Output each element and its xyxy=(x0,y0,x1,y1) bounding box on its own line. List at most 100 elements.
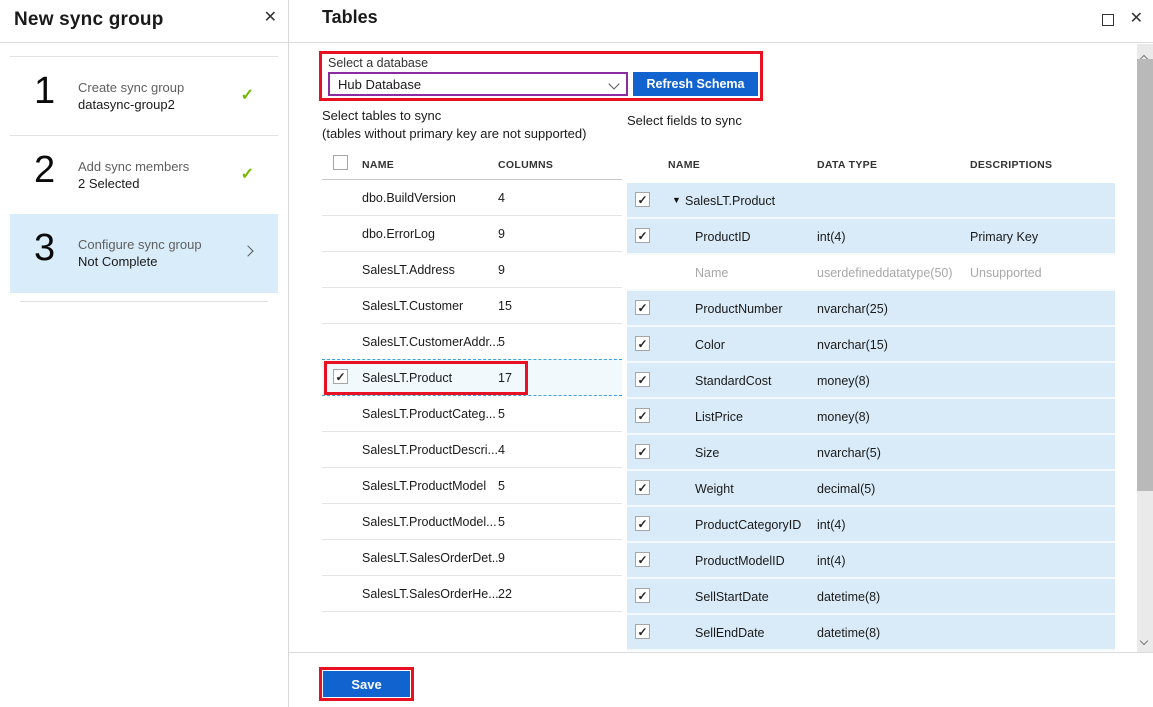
field-data-type: datetime(8) xyxy=(817,590,880,604)
field-row[interactable]: Nameuserdefineddatatype(50)Unsupported xyxy=(627,255,1115,291)
fields-to-sync-table: NAME DATA TYPE DESCRIPTIONS ✓▼SalesLT.Pr… xyxy=(627,150,1115,651)
field-row[interactable]: ✓ Size nvarchar(5) xyxy=(627,435,1115,471)
checkbox-checked[interactable]: ✓ xyxy=(333,369,348,384)
table-column-count: 4 xyxy=(498,443,505,457)
table-row[interactable]: SalesLT.ProductModel 5 xyxy=(322,468,622,504)
step-create-sync-group[interactable]: 1 Create sync group datasync-group2 ✓ xyxy=(10,56,278,135)
database-select[interactable]: Hub Database xyxy=(328,72,628,96)
table-row[interactable]: SalesLT.SalesOrderDet...9 xyxy=(322,540,622,576)
field-row[interactable]: ✓ ProductCategoryID int(4) xyxy=(627,507,1115,543)
step-value: 2 Selected xyxy=(78,175,189,193)
step-number: 1 xyxy=(34,70,55,113)
close-icon[interactable]: ✕ xyxy=(1130,11,1143,27)
select-tables-subtitle: (tables without primary key are not supp… xyxy=(322,125,586,143)
checkbox-checked[interactable]: ✓ xyxy=(635,408,650,423)
new-sync-group-panel: New sync group ✕ 1 Create sync group dat… xyxy=(0,0,289,707)
scrollbar-thumb[interactable] xyxy=(1137,59,1153,491)
checkbox-checked[interactable]: ✓ xyxy=(635,444,650,459)
step-label: Configure sync group xyxy=(78,236,202,253)
fields-table-header: NAME DATA TYPE DESCRIPTIONS xyxy=(627,150,1115,183)
field-row[interactable]: ✓ProductModelIDint(4) xyxy=(627,543,1115,579)
tables-rows: dbo.BuildVersion4dbo.ErrorLog9SalesLT.Ad… xyxy=(322,180,622,612)
checkbox-checked[interactable]: ✓ xyxy=(635,552,650,567)
field-name: ProductNumber xyxy=(695,302,783,316)
field-row[interactable]: ✓SellStartDatedatetime(8) xyxy=(627,579,1115,615)
table-name: SalesLT.Product xyxy=(362,371,452,385)
red-callout-save: Save xyxy=(319,667,414,701)
chevron-down-icon xyxy=(608,78,619,89)
checkbox-checked[interactable]: ✓ xyxy=(635,624,650,639)
field-row[interactable]: ✓ProductIDint(4)Primary Key xyxy=(627,219,1115,255)
checkbox-checked[interactable]: ✓ xyxy=(635,372,650,387)
vertical-scrollbar[interactable] xyxy=(1137,44,1153,652)
table-row[interactable]: SalesLT.Customer 15 xyxy=(322,288,622,324)
tables-panel-title: Tables xyxy=(322,7,378,28)
checkbox-checked[interactable]: ✓ xyxy=(635,192,650,207)
field-row[interactable]: ✓ ProductNumber nvarchar(25) xyxy=(627,291,1115,327)
table-row[interactable]: SalesLT.ProductModel...5 xyxy=(322,504,622,540)
step-configure-sync-group[interactable]: 3 Configure sync group Not Complete xyxy=(10,214,278,293)
table-row[interactable]: SalesLT.ProductCateg...5 xyxy=(322,396,622,432)
field-description: Primary Key xyxy=(970,230,1038,244)
field-data-type: money(8) xyxy=(817,374,870,388)
fields-rows: ✓▼SalesLT.Product✓ProductIDint(4)Primary… xyxy=(627,183,1115,651)
field-name: Name xyxy=(695,266,728,280)
red-callout-database-section: Select a database Hub Database Refresh S… xyxy=(319,51,763,101)
field-row[interactable]: ✓Colornvarchar(15) xyxy=(627,327,1115,363)
table-column-count: 15 xyxy=(498,299,512,313)
step-number: 3 xyxy=(34,227,55,270)
field-row[interactable]: ✓ Weight decimal(5) xyxy=(627,471,1115,507)
save-button[interactable]: Save xyxy=(323,671,410,697)
chevron-right-icon xyxy=(242,245,253,256)
table-row[interactable]: SalesLT.SalesOrderHe...22 xyxy=(322,576,622,612)
field-data-type: decimal(5) xyxy=(817,482,875,496)
table-row[interactable]: dbo.ErrorLog9 xyxy=(322,216,622,252)
table-row[interactable]: dbo.BuildVersion4 xyxy=(322,180,622,216)
field-name: ProductID xyxy=(695,230,751,244)
field-name: StandardCost xyxy=(695,374,771,388)
field-name: ProductModelID xyxy=(695,554,785,568)
divider xyxy=(289,652,1153,653)
scroll-down-icon[interactable] xyxy=(1141,631,1147,649)
table-name: SalesLT.ProductDescri... xyxy=(362,443,498,457)
table-row[interactable]: SalesLT.ProductDescri...4 xyxy=(322,432,622,468)
panel-title: New sync group xyxy=(14,9,164,31)
checkbox-checked[interactable]: ✓ xyxy=(635,516,650,531)
table-row[interactable]: ✓ SalesLT.Product 17 xyxy=(322,359,622,396)
field-row[interactable]: ✓ListPricemoney(8) xyxy=(627,399,1115,435)
table-column-count: 17 xyxy=(498,371,512,385)
table-column-count: 5 xyxy=(498,479,505,493)
field-row[interactable]: ✓SellEndDatedatetime(8) xyxy=(627,615,1115,651)
table-name: SalesLT.Address xyxy=(362,263,455,277)
checkbox-checked[interactable]: ✓ xyxy=(635,480,650,495)
step-add-sync-members[interactable]: 2 Add sync members 2 Selected ✓ xyxy=(10,135,278,214)
field-name: ProductCategoryID xyxy=(695,518,801,532)
triangle-down-icon[interactable]: ▼ xyxy=(672,195,681,205)
table-name: SalesLT.Customer xyxy=(362,299,463,313)
checkbox-checked[interactable]: ✓ xyxy=(635,336,650,351)
table-column-count: 9 xyxy=(498,263,505,277)
close-icon[interactable]: ✕ xyxy=(264,10,277,26)
divider xyxy=(20,301,268,302)
field-row[interactable]: ✓ StandardCost money(8) xyxy=(627,363,1115,399)
field-data-type: int(4) xyxy=(817,518,845,532)
field-row[interactable]: ✓▼SalesLT.Product xyxy=(627,183,1115,219)
checkbox-checked[interactable]: ✓ xyxy=(635,300,650,315)
maximize-icon[interactable] xyxy=(1102,14,1114,26)
step-label: Create sync group xyxy=(78,79,184,96)
select-all-checkbox[interactable] xyxy=(333,155,348,170)
table-row[interactable]: SalesLT.CustomerAddr...5 xyxy=(322,324,622,360)
field-data-type: nvarchar(5) xyxy=(817,446,881,460)
field-name: Size xyxy=(695,446,719,460)
field-data-type: money(8) xyxy=(817,410,870,424)
field-data-type: nvarchar(25) xyxy=(817,302,888,316)
table-row[interactable]: SalesLT.Address 9 xyxy=(322,252,622,288)
checkbox-checked[interactable]: ✓ xyxy=(635,588,650,603)
field-name: Weight xyxy=(695,482,734,496)
table-name: SalesLT.ProductModel xyxy=(362,479,486,493)
refresh-schema-button[interactable]: Refresh Schema xyxy=(633,72,758,96)
checkbox-checked[interactable]: ✓ xyxy=(635,228,650,243)
table-column-count: 4 xyxy=(498,191,505,205)
table-name: SalesLT.SalesOrderDet... xyxy=(362,551,502,565)
field-name: Color xyxy=(695,338,725,352)
